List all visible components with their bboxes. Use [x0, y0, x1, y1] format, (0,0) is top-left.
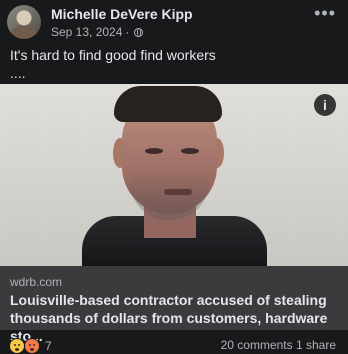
- globe-icon: [134, 27, 144, 37]
- beard: [130, 172, 209, 220]
- post-text-line-2: ....: [10, 65, 26, 81]
- link-domain: wdrb.com: [10, 275, 63, 289]
- reactions-summary[interactable]: 7: [9, 338, 52, 354]
- info-icon[interactable]: i: [314, 94, 336, 116]
- right-eye: [181, 148, 199, 154]
- link-headline[interactable]: Louisville-based contractor accused of s…: [10, 291, 342, 345]
- link-image[interactable]: i: [0, 84, 348, 266]
- post-date[interactable]: Sep 13, 2024: [51, 25, 122, 39]
- post-header: Michelle DeVere Kipp Sep 13, 2024 · •••: [0, 0, 348, 44]
- left-eye: [145, 148, 163, 154]
- mugshot-person: [82, 84, 267, 266]
- wow-reaction-icon: [9, 338, 25, 354]
- mouth: [164, 189, 192, 195]
- more-icon[interactable]: •••: [314, 4, 336, 22]
- hair: [114, 86, 222, 122]
- comments-shares[interactable]: 20 comments 1 share: [221, 338, 336, 352]
- link-preview[interactable]: wdrb.com Louisville-based contractor acc…: [0, 266, 348, 344]
- post-text-line-1: It's hard to find good find workers: [10, 47, 216, 63]
- post-text: It's hard to find good find workers ....: [10, 46, 338, 82]
- avatar[interactable]: [7, 5, 41, 39]
- author-name[interactable]: Michelle DeVere Kipp: [51, 6, 193, 22]
- angry-reaction-icon: [24, 338, 40, 354]
- post-meta: Sep 13, 2024 ·: [51, 25, 144, 39]
- meta-separator: ·: [125, 25, 130, 39]
- reaction-count: 7: [45, 339, 52, 353]
